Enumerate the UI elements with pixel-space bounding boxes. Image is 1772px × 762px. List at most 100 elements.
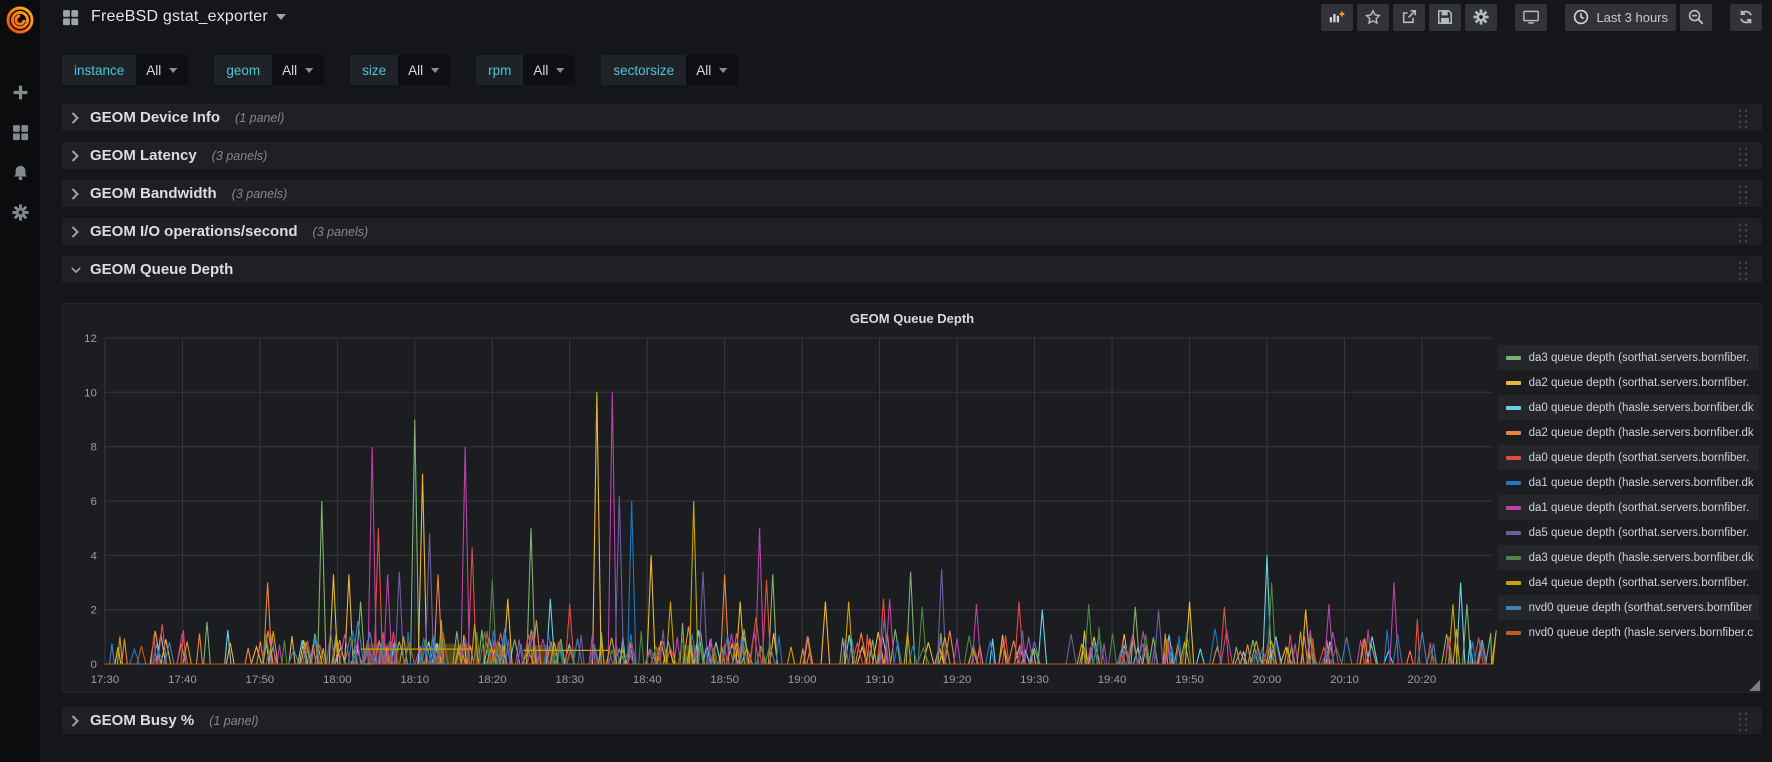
time-range-label: Last 3 hours <box>1596 9 1668 25</box>
variable-value-dropdown-rpm[interactable]: All <box>523 55 576 85</box>
chevron-right-icon <box>71 714 81 727</box>
configuration-gear-icon[interactable] <box>11 203 29 221</box>
legend-item[interactable]: da0 queue depth (sorthat.servers.bornfib… <box>1497 445 1759 470</box>
caret-down-icon <box>169 67 178 73</box>
row-header-geom-device-info[interactable]: GEOM Device Info (1 panel) <box>62 104 1762 131</box>
chart-plot-area[interactable]: 17:30 17:40 17:50 18:00 18:10 18:20 18:30 18:40… <box>65 334 1498 688</box>
refresh-dashboard-button[interactable] <box>1730 3 1762 31</box>
legend-series-swatch-icon <box>1505 380 1521 385</box>
legend-series-swatch-icon <box>1505 605 1521 610</box>
variable-label-sectorsize: sectorsize <box>601 55 687 85</box>
svg-text:19:40: 19:40 <box>1098 674 1127 686</box>
row-title: GEOM Busy % <box>90 712 195 729</box>
legend-series-swatch-icon <box>1505 555 1521 560</box>
svg-text:19:50: 19:50 <box>1175 674 1204 686</box>
cycle-view-mode-button[interactable] <box>1515 3 1548 31</box>
variable-value-dropdown-instance[interactable]: All <box>136 55 189 85</box>
legend-item[interactable]: da1 queue depth (sorthat.servers.bornfib… <box>1497 495 1759 520</box>
legend-series-label: da2 queue depth (hasle.servers.bornfiber… <box>1528 426 1754 439</box>
navbar-actions: Last 3 hours <box>1317 3 1762 31</box>
variable-label-geom: geom <box>214 55 273 85</box>
variable-current-value: All <box>282 62 298 78</box>
variable-value-dropdown-sectorsize[interactable]: All <box>686 55 739 85</box>
legend-series-label: da4 queue depth (sorthat.servers.bornfib… <box>1528 576 1750 589</box>
legend-item[interactable]: da3 queue depth (hasle.servers.bornfiber… <box>1497 545 1759 570</box>
svg-text:18:10: 18:10 <box>400 674 429 686</box>
row-drag-handle-icon[interactable] <box>1737 260 1749 280</box>
legend-item[interactable]: da0 queue depth (hasle.servers.bornfiber… <box>1497 395 1759 420</box>
row-drag-handle-icon[interactable] <box>1737 184 1749 204</box>
svg-text:10: 10 <box>84 387 97 399</box>
legend-series-swatch-icon <box>1505 630 1521 635</box>
dashboard-breadcrumb-icon[interactable] <box>62 9 79 26</box>
row-drag-handle-icon[interactable] <box>1737 146 1749 166</box>
legend-item[interactable]: da3 queue depth (sorthat.servers.bornfib… <box>1497 345 1759 370</box>
create-plus-icon[interactable] <box>11 83 29 101</box>
legend-item[interactable]: nvd0 queue depth (sorthat.servers.bornfi… <box>1497 595 1759 620</box>
panel-resize-handle-icon[interactable] <box>1749 680 1760 691</box>
row-header-geom-queue-depth[interactable]: GEOM Queue Depth <box>62 256 1762 283</box>
svg-text:18:20: 18:20 <box>478 674 507 686</box>
legend-series-label: da3 queue depth (sorthat.servers.bornfib… <box>1528 351 1750 364</box>
star-dashboard-button[interactable] <box>1357 3 1390 31</box>
legend-item[interactable]: nvd0 queue depth (hasle.servers.bornfibe… <box>1498 620 1759 645</box>
caret-down-icon <box>556 67 565 73</box>
variable-instance: instance All <box>62 55 189 85</box>
row-panel-count: (3 panels) <box>231 186 288 201</box>
svg-text:6: 6 <box>91 496 97 508</box>
row-drag-handle-icon[interactable] <box>1737 108 1749 128</box>
row-drag-handle-icon[interactable] <box>1737 222 1749 242</box>
svg-text:12: 12 <box>84 334 97 345</box>
svg-text:20:20: 20:20 <box>1408 674 1437 686</box>
legend-series-swatch-icon <box>1505 480 1521 485</box>
variable-value-dropdown-geom[interactable]: All <box>272 55 325 85</box>
row-drag-handle-icon[interactable] <box>1737 711 1749 731</box>
legend-series-label: da1 queue depth (hasle.servers.bornfiber… <box>1528 476 1754 489</box>
dashboard-title-caret-icon[interactable] <box>275 14 286 20</box>
dashboard-title[interactable]: FreeBSD gstat_exporter <box>91 8 268 26</box>
variable-rpm: rpm All <box>476 55 576 85</box>
chevron-right-icon <box>71 111 81 124</box>
legend-series-label: da5 queue depth (sorthat.servers.bornfib… <box>1528 526 1750 539</box>
chevron-right-icon <box>71 187 81 200</box>
legend-item[interactable]: da1 queue depth (hasle.servers.bornfiber… <box>1498 470 1759 495</box>
legend-item[interactable]: da4 queue depth (sorthat.servers.bornfib… <box>1498 570 1759 595</box>
panel-title[interactable]: GEOM Queue Depth <box>63 311 1761 326</box>
row-title: GEOM Device Info <box>90 109 221 126</box>
legend-series-swatch-icon <box>1505 430 1521 435</box>
variable-value-dropdown-size[interactable]: All <box>398 55 451 85</box>
alerting-bell-icon[interactable] <box>11 163 29 181</box>
chart-legend: da3 queue depth (sorthat.servers.bornfib… <box>1497 334 1759 688</box>
zoom-out-time-button[interactable] <box>1680 3 1712 31</box>
legend-series-swatch-icon <box>1505 405 1521 410</box>
time-range-picker-button[interactable]: Last 3 hours <box>1565 3 1676 31</box>
dashboards-icon[interactable] <box>11 123 29 141</box>
legend-item[interactable]: da2 queue depth (hasle.servers.bornfiber… <box>1498 420 1759 445</box>
dashboard-settings-button[interactable] <box>1465 3 1498 31</box>
caret-down-icon <box>305 67 314 73</box>
share-dashboard-button[interactable] <box>1393 3 1426 31</box>
legend-series-label: da0 queue depth (sorthat.servers.bornfib… <box>1528 451 1750 464</box>
legend-series-swatch-icon <box>1505 505 1521 510</box>
add-panel-button[interactable] <box>1321 3 1354 31</box>
row-header-geom-bandwidth[interactable]: GEOM Bandwidth (3 panels) <box>62 180 1762 207</box>
svg-text:2: 2 <box>91 605 97 617</box>
save-dashboard-button[interactable] <box>1429 3 1462 31</box>
variable-sectorsize: sectorsize All <box>601 55 739 85</box>
row-title: GEOM I/O operations/second <box>90 223 298 240</box>
grafana-logo[interactable] <box>5 5 35 35</box>
row-header-geom-i-o-operations-second[interactable]: GEOM I/O operations/second (3 panels) <box>62 218 1762 245</box>
sidebar <box>0 0 40 762</box>
svg-text:18:00: 18:00 <box>323 674 352 686</box>
legend-series-label: da1 queue depth (sorthat.servers.bornfib… <box>1528 501 1750 514</box>
dashboard-navbar: FreeBSD gstat_exporter Last 3 hours <box>62 0 1762 34</box>
row-header-geom-busy[interactable]: GEOM Busy % (1 panel) <box>62 707 1762 734</box>
template-variables-bar: instance All geom All size All rpm All sectorsiz… <box>62 55 1762 85</box>
svg-text:19:10: 19:10 <box>865 674 894 686</box>
caret-down-icon <box>431 67 440 73</box>
svg-text:8: 8 <box>91 442 97 454</box>
legend-item[interactable]: da2 queue depth (sorthat.servers.bornfib… <box>1498 370 1759 395</box>
svg-text:17:40: 17:40 <box>168 674 197 686</box>
row-header-geom-latency[interactable]: GEOM Latency (3 panels) <box>62 142 1762 169</box>
legend-item[interactable]: da5 queue depth (sorthat.servers.bornfib… <box>1498 520 1759 545</box>
